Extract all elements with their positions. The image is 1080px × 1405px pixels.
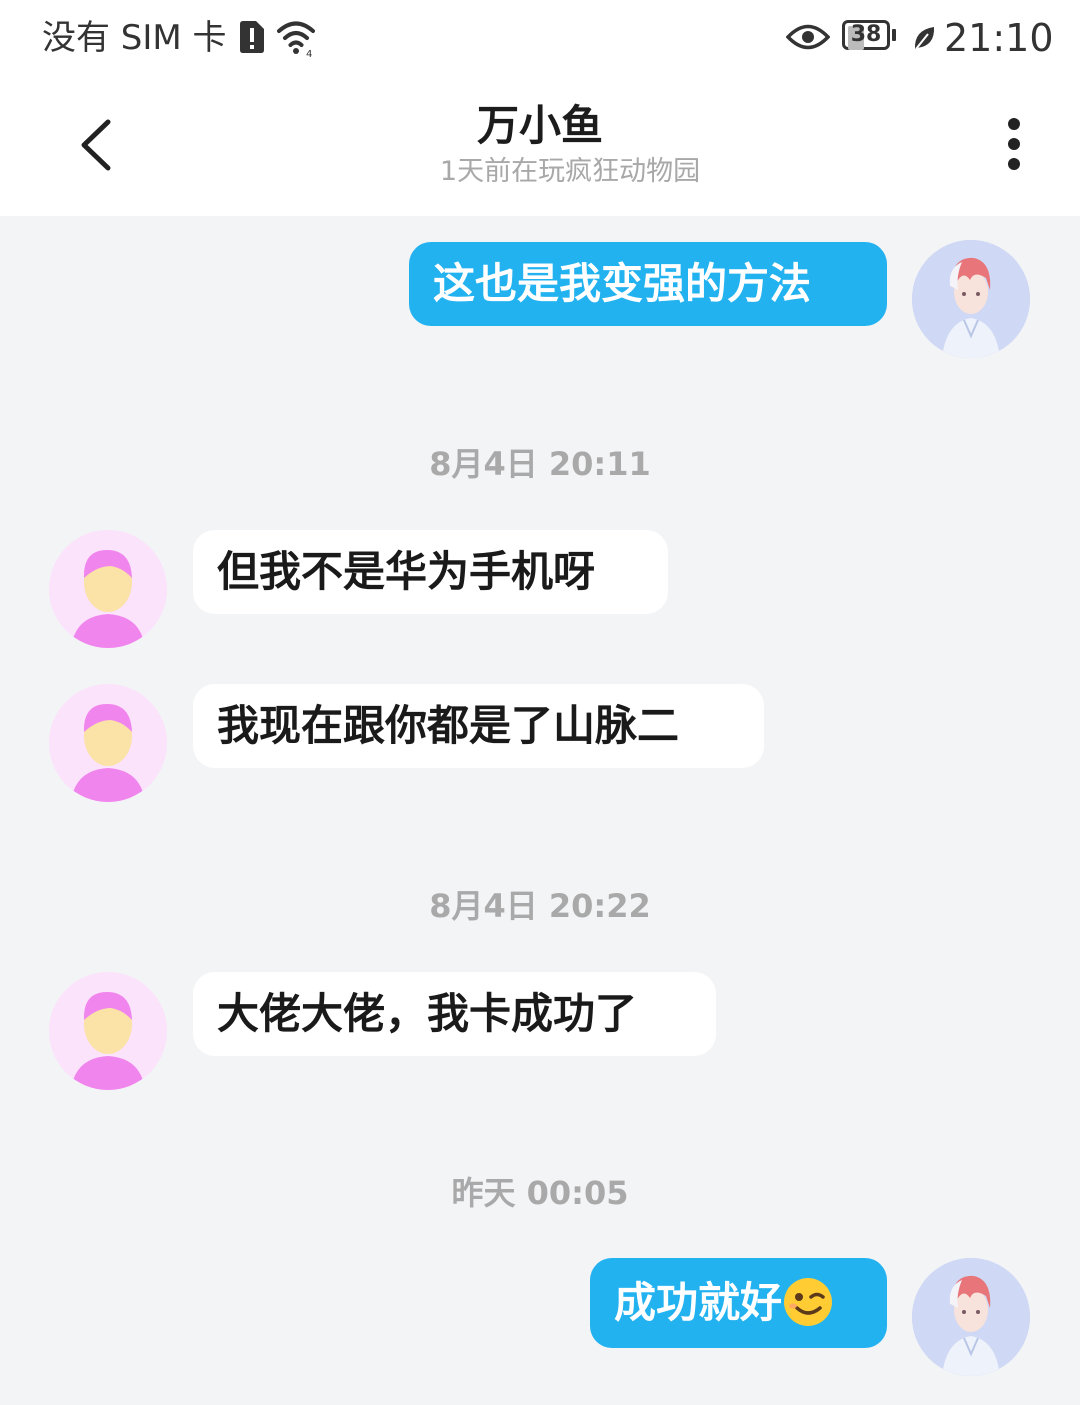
anime-avatar-icon (912, 1258, 1030, 1376)
contact-avatar[interactable] (49, 684, 167, 802)
timestamp: 昨天 00:05 (451, 1174, 629, 1212)
svg-text:4: 4 (306, 49, 312, 58)
timestamp: 8月4日 20:22 (429, 887, 651, 925)
self-avatar[interactable] (912, 1258, 1030, 1376)
carrier-label: 没有 SIM 卡 (42, 18, 227, 58)
chat-screen: 没有 SIM 卡 4 38 21:10 万小鱼 1天前在玩疯狂动物园 这也是我变… (0, 0, 1080, 1405)
anime-avatar-icon (912, 240, 1030, 358)
status-bar: 没有 SIM 卡 4 38 21:10 (0, 0, 1080, 80)
contact-name: 万小鱼 (476, 101, 603, 150)
eye-icon (786, 24, 830, 50)
more-dot (1008, 138, 1020, 150)
chat-header: 万小鱼 1天前在玩疯狂动物园 (0, 80, 1080, 216)
more-dot (1008, 158, 1020, 170)
wink-emoji-icon (784, 1277, 833, 1326)
message-bubble-self[interactable]: 成功就好 (590, 1258, 887, 1348)
contact-status: 1天前在玩疯狂动物园 (439, 156, 701, 187)
more-vertical-icon (1008, 118, 1020, 130)
battery-percent: 38 (850, 22, 882, 47)
message-bubble-other[interactable]: 我现在跟你都是了山脉二 (193, 684, 764, 768)
default-user-icon (49, 972, 167, 1090)
contact-avatar[interactable] (49, 530, 167, 648)
battery-cap (892, 29, 896, 41)
wifi-icon: 4 (277, 21, 315, 58)
clock: 21:10 (944, 16, 1054, 60)
leaf-icon (914, 27, 935, 50)
contact-avatar[interactable] (49, 972, 167, 1090)
battery-icon: 38 (842, 20, 896, 52)
default-user-icon (49, 530, 167, 648)
self-avatar[interactable] (912, 240, 1030, 358)
message-text: 成功就好 (614, 1278, 783, 1327)
message-bubble-other[interactable]: 但我不是华为手机呀 (193, 530, 668, 614)
default-user-icon (49, 684, 167, 802)
timestamp: 8月4日 20:11 (429, 445, 651, 483)
more-options-button[interactable] (990, 110, 1040, 180)
message-bubble-other[interactable]: 大佬大佬，我卡成功了 (193, 972, 716, 1056)
message-bubble-self[interactable]: 这也是我变强的方法 (409, 242, 887, 326)
sim-alert-icon (240, 21, 264, 53)
